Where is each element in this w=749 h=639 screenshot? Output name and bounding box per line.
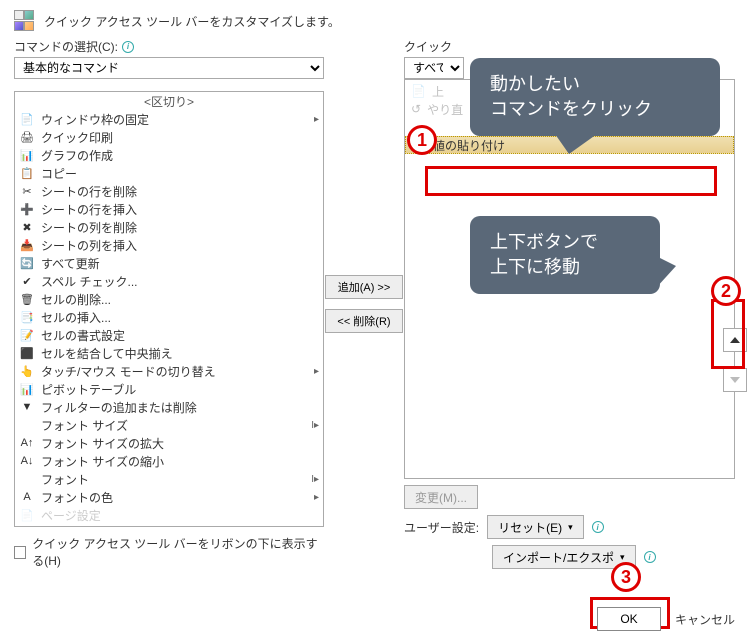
selected-item-label: 値の貼り付け (433, 137, 505, 154)
dialog-title: クイック アクセス ツール バーをカスタマイズします。 (44, 13, 340, 30)
import-export-button[interactable]: インポート/エクスポ (492, 545, 636, 569)
remove-button[interactable]: << 削除(R) (325, 309, 403, 333)
customize-label: クイック (404, 38, 452, 55)
item-icon: A↓ (19, 453, 35, 469)
dialog-footer: OK キャンセル (597, 607, 735, 631)
ok-button[interactable]: OK (597, 607, 661, 631)
item-icon: 📄 (19, 507, 35, 523)
list-item[interactable]: Aフォントの色▸ (15, 488, 323, 506)
item-icon: 📄 (19, 111, 35, 127)
item-icon: 📑 (19, 309, 35, 325)
middle-panel: 追加(A) >> << 削除(R) (324, 38, 404, 569)
move-down-button[interactable] (723, 368, 747, 392)
badge-3: 3 (611, 562, 641, 592)
commands-category-combo[interactable]: 基本的なコマンド (14, 57, 324, 79)
list-item[interactable]: ✖シートの列を削除 (15, 218, 323, 236)
add-button[interactable]: 追加(A) >> (325, 275, 403, 299)
list-item[interactable]: <区切り> (15, 92, 323, 110)
callout-1: 動かしたい コマンドをクリック (470, 58, 720, 136)
list-item[interactable]: ⬛セルを結合して中央揃え (15, 344, 323, 362)
list-item[interactable]: 🔄すべて更新 (15, 254, 323, 272)
user-settings-label: ユーザー設定: (404, 519, 479, 536)
info-icon[interactable]: i (122, 41, 134, 53)
list-item[interactable]: ▼フィルターの追加または削除 (15, 398, 323, 416)
list-item[interactable]: 📊ピボットテーブル (15, 380, 323, 398)
item-icon: 📋 (19, 165, 35, 181)
info-icon[interactable]: i (592, 521, 604, 533)
item-icon: 📝 (19, 327, 35, 343)
list-item[interactable]: 📝セルの書式設定 (15, 326, 323, 344)
item-icon (19, 417, 35, 433)
list-item[interactable]: 📑セルの挿入... (15, 308, 323, 326)
badge-2: 2 (711, 276, 741, 306)
list-item[interactable]: 📊グラフの作成 (15, 146, 323, 164)
list-item[interactable]: 📥シートの列を挿入 (15, 236, 323, 254)
item-icon: ➕ (19, 201, 35, 217)
left-panel: コマンドの選択(C): i 基本的なコマンド <区切り>📄ウィンドウ枠の固定▸🖨… (14, 38, 324, 569)
item-icon: ✂ (19, 183, 35, 199)
list-item[interactable]: A↑フォント サイズの拡大 (15, 434, 323, 452)
list-item[interactable]: 👆タッチ/マウス モードの切り替え▸ (15, 362, 323, 380)
item-icon: A↑ (19, 435, 35, 451)
item-icon: ↺ (411, 102, 421, 116)
reset-button[interactable]: リセット(E) (487, 515, 584, 539)
list-item[interactable]: フォント サイズI▸ (15, 416, 323, 434)
badge-1: 1 (407, 125, 437, 155)
item-icon: 📊 (19, 147, 35, 163)
item-icon: A (19, 489, 35, 505)
list-item[interactable]: ✂シートの行を削除 (15, 182, 323, 200)
list-item[interactable]: フォントI▸ (15, 470, 323, 488)
choose-commands-label: コマンドの選択(C): (14, 38, 118, 55)
list-item[interactable]: 🖨クイック印刷 (15, 128, 323, 146)
item-icon: 🔄 (19, 255, 35, 271)
list-item[interactable]: 📄ウィンドウ枠の固定▸ (15, 110, 323, 128)
item-icon: 📊 (19, 381, 35, 397)
dialog-header: クイック アクセス ツール バーをカスタマイズします。 (0, 0, 749, 38)
qat-icon (14, 10, 36, 32)
item-icon: ▼ (19, 399, 35, 415)
show-below-ribbon-label: クイック アクセス ツール バーをリボンの下に表示する(H) (32, 535, 324, 569)
move-up-button[interactable] (723, 328, 747, 352)
item-icon: 📄 (411, 84, 426, 98)
show-below-ribbon-checkbox[interactable] (14, 546, 26, 559)
item-icon: 👆 (19, 363, 35, 379)
list-item[interactable]: ✔スペル チェック... (15, 272, 323, 290)
list-item[interactable]: A↓フォント サイズの縮小 (15, 452, 323, 470)
commands-listbox[interactable]: <区切り>📄ウィンドウ枠の固定▸🖨クイック印刷📊グラフの作成📋コピー✂シートの行… (14, 91, 324, 527)
item-icon: 📥 (19, 237, 35, 253)
item-icon: ⬛ (19, 345, 35, 361)
item-icon: 🖨 (19, 129, 35, 145)
item-icon: ✔ (19, 273, 35, 289)
list-item[interactable]: 📄ページ設定 (15, 506, 323, 524)
list-item[interactable]: 🗑セルの削除... (15, 290, 323, 308)
info-icon[interactable]: i (644, 551, 656, 563)
list-item[interactable]: ➕シートの行を挿入 (15, 200, 323, 218)
cancel-button[interactable]: キャンセル (675, 611, 735, 628)
item-icon: ✖ (19, 219, 35, 235)
item-icon: 🗑 (19, 291, 35, 307)
item-icon (19, 471, 35, 487)
list-item[interactable]: 📋コピー (15, 164, 323, 182)
callout-2: 上下ボタンで 上下に移動 (470, 216, 660, 294)
scope-combo[interactable]: すべて (404, 57, 464, 79)
modify-button: 変更(M)... (404, 485, 478, 509)
